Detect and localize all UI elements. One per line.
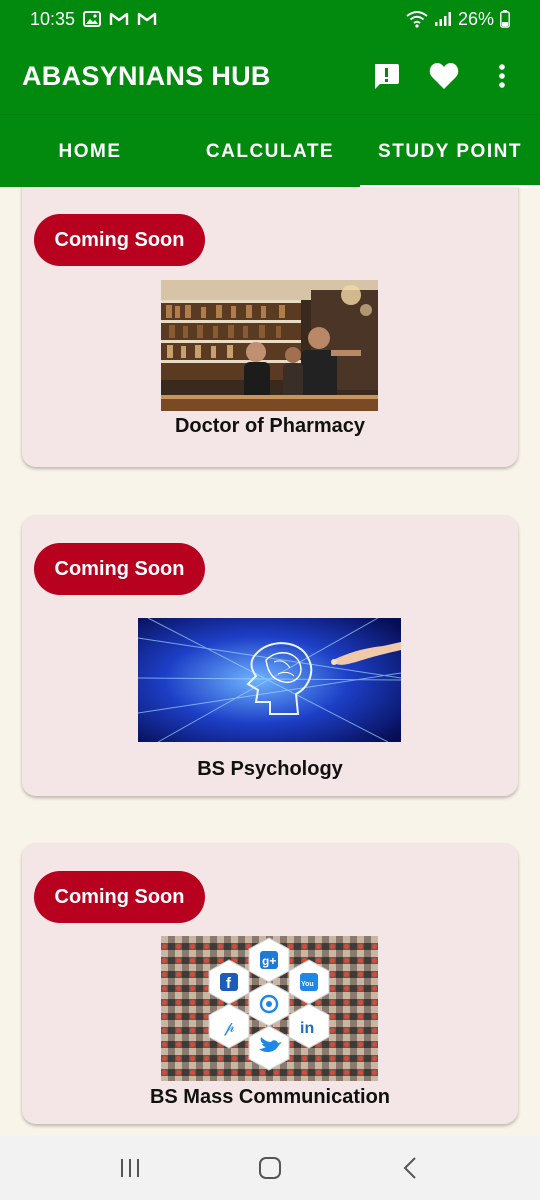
feedback-icon xyxy=(375,64,399,89)
svg-text:You: You xyxy=(301,981,314,988)
more-vert-icon xyxy=(499,64,505,88)
tab-home[interactable]: HOME xyxy=(0,115,180,188)
psychology-brain-image xyxy=(138,618,401,742)
tab-home-label: HOME xyxy=(58,140,122,162)
course-card-pharmacy[interactable]: Coming Soon Doctor of Pharmacy xyxy=(22,187,518,467)
pharmacy-photo xyxy=(161,280,378,411)
app-actions xyxy=(370,60,518,92)
favorite-icon xyxy=(429,63,459,89)
home-icon xyxy=(259,1157,281,1179)
tab-study-point-label: STUDY POINT xyxy=(378,140,522,162)
recent-apps-icon xyxy=(121,1159,139,1177)
home-button[interactable] xyxy=(240,1144,300,1192)
svg-text:𝓅: 𝓅 xyxy=(224,1019,235,1036)
battery-percent: 26% xyxy=(457,8,494,29)
tab-study-point[interactable]: STUDY POINT xyxy=(360,115,540,188)
course-card-psychology[interactable]: Coming Soon BS Psychology xyxy=(22,515,518,796)
more-options-button[interactable] xyxy=(486,60,518,92)
course-card-mass-communication[interactable]: Coming Soon g+ f You 𝓅 in BS Mass Commun… xyxy=(22,843,518,1124)
system-nav-bar xyxy=(0,1136,540,1200)
recent-apps-button[interactable] xyxy=(100,1144,160,1192)
back-button[interactable] xyxy=(380,1144,440,1192)
tab-bar: HOME CALCULATE STUDY POINT xyxy=(0,114,540,188)
tab-calculate[interactable]: CALCULATE xyxy=(180,115,360,188)
course-title: BS Mass Communication xyxy=(149,1086,391,1108)
coming-soon-badge[interactable]: Coming Soon xyxy=(34,214,205,266)
status-bar: 10:35 26% xyxy=(0,0,540,38)
gmail-icon xyxy=(109,11,129,27)
status-time: 10:35 xyxy=(30,8,76,29)
content-list[interactable]: Coming Soon Doctor of Pharmacy Coming So… xyxy=(0,187,540,1136)
tab-calculate-label: CALCULATE xyxy=(205,140,335,162)
badge-label: Coming Soon xyxy=(54,885,185,908)
coming-soon-badge[interactable]: Coming Soon xyxy=(34,871,205,923)
status-right: 26% xyxy=(406,9,510,30)
badge-label: Coming Soon xyxy=(54,228,185,251)
wifi-icon xyxy=(406,10,428,28)
badge-label: Coming Soon xyxy=(54,557,185,580)
battery-icon xyxy=(500,10,510,28)
signal-icon xyxy=(434,11,452,27)
svg-text:in: in xyxy=(300,1020,314,1037)
app-bar: ABASYNIANS HUB xyxy=(0,38,540,114)
course-title: BS Psychology xyxy=(197,758,343,780)
course-title: Doctor of Pharmacy xyxy=(174,415,366,437)
app-title: ABASYNIANS HUB xyxy=(22,60,271,91)
image-icon xyxy=(83,11,102,27)
coming-soon-badge[interactable]: Coming Soon xyxy=(34,543,205,595)
gmail-icon xyxy=(137,11,157,27)
social-media-collage: g+ f You 𝓅 in xyxy=(161,936,378,1081)
feedback-button[interactable] xyxy=(370,60,402,92)
back-icon xyxy=(403,1157,416,1179)
svg-text:g+: g+ xyxy=(262,954,276,968)
favorite-button[interactable] xyxy=(428,60,460,92)
status-left: 10:35 xyxy=(30,9,157,30)
